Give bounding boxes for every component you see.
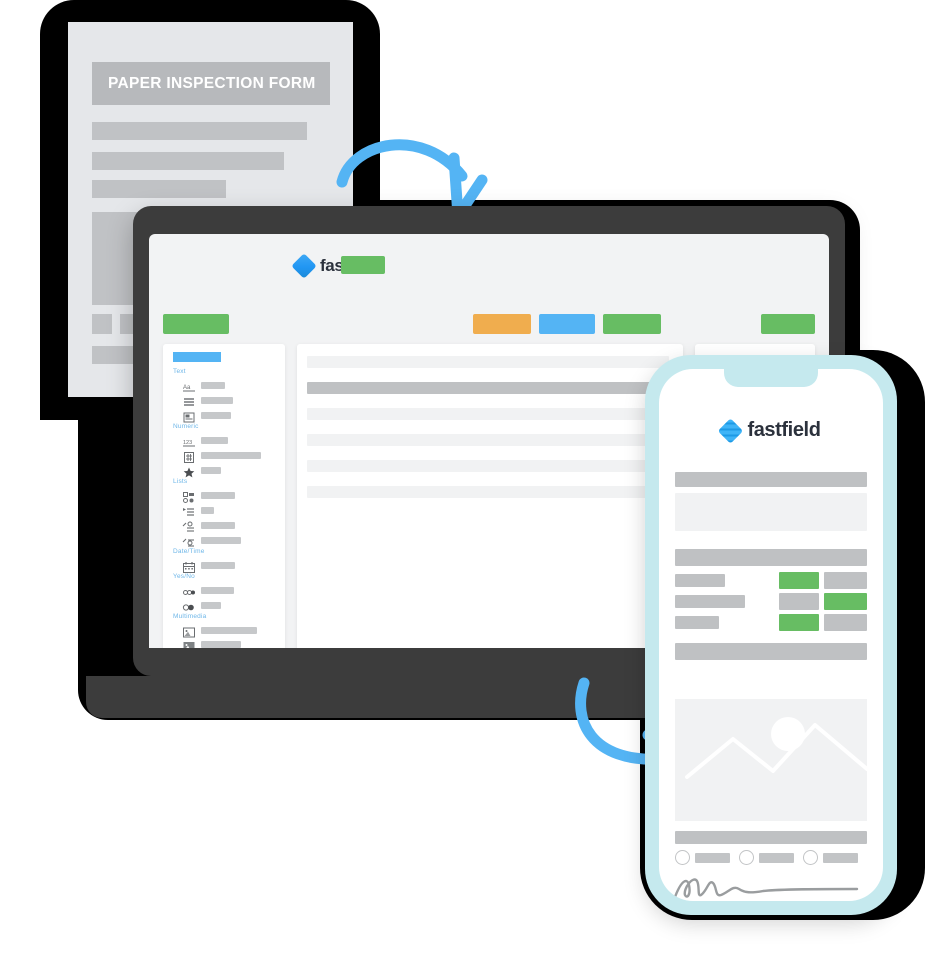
toolbar-info-button[interactable] bbox=[539, 314, 595, 334]
choice-option-selected[interactable] bbox=[779, 572, 819, 589]
choice-row-label bbox=[675, 616, 719, 629]
canvas-row[interactable] bbox=[307, 434, 669, 446]
palette-field-label[interactable] bbox=[201, 627, 257, 634]
palette-field-label[interactable] bbox=[201, 437, 228, 444]
paper-line bbox=[92, 122, 307, 140]
label-bar bbox=[675, 831, 867, 844]
palette-active-tab[interactable] bbox=[173, 352, 221, 362]
choice-row-label bbox=[675, 595, 745, 608]
single-select-icon[interactable] bbox=[182, 520, 195, 532]
text-aa-icon[interactable]: Aa bbox=[183, 380, 195, 392]
number-123-icon[interactable]: 123 bbox=[183, 435, 195, 447]
toolbar-primary-button[interactable] bbox=[163, 314, 229, 334]
choice-row-label bbox=[675, 574, 725, 587]
svg-text:Aa: Aa bbox=[183, 385, 191, 391]
palette-field-label[interactable] bbox=[201, 412, 231, 419]
fastfield-diamond-logo-icon bbox=[291, 253, 317, 279]
palette-field-label[interactable] bbox=[201, 507, 214, 514]
section-header-bar bbox=[675, 643, 867, 660]
mountain-icon bbox=[685, 723, 869, 779]
toolbar-warning-button[interactable] bbox=[473, 314, 531, 334]
toolbar-success-button[interactable] bbox=[603, 314, 661, 334]
paper-checkbox bbox=[92, 314, 112, 334]
paper-line bbox=[92, 180, 226, 198]
palette-field-label[interactable] bbox=[201, 467, 221, 474]
handwritten-signature-icon[interactable] bbox=[671, 869, 871, 901]
radio-toggle-icon[interactable] bbox=[182, 600, 195, 611]
section-header-bar bbox=[675, 549, 867, 566]
phone-notch bbox=[724, 369, 818, 387]
choice-option[interactable] bbox=[824, 572, 867, 589]
calendar-icon[interactable] bbox=[183, 560, 195, 573]
multiline-text-icon[interactable] bbox=[183, 395, 195, 406]
checkbox-list-icon[interactable] bbox=[183, 490, 195, 503]
canvas-row[interactable] bbox=[307, 486, 669, 498]
field-palette-panel: Text Aa Numeric 123 Lists Date/Time Yes/… bbox=[163, 344, 285, 648]
palette-field-label[interactable] bbox=[201, 492, 235, 499]
palette-field-label[interactable] bbox=[201, 452, 261, 459]
image-icon[interactable] bbox=[183, 625, 195, 638]
radio-option[interactable] bbox=[803, 850, 818, 865]
illustration-stage: PAPER INSPECTION FORM fastfield bbox=[0, 0, 938, 958]
radio-option[interactable] bbox=[739, 850, 754, 865]
palette-field-label[interactable] bbox=[201, 587, 234, 594]
brand-wordmark: fastfield bbox=[747, 419, 821, 441]
rich-text-icon[interactable] bbox=[183, 410, 195, 423]
svg-text:123: 123 bbox=[183, 440, 192, 446]
section-header-bar bbox=[675, 472, 867, 487]
choice-option[interactable] bbox=[824, 614, 867, 631]
calculation-icon[interactable] bbox=[183, 450, 195, 463]
fastfield-diamond-logo-icon bbox=[717, 417, 744, 444]
palette-field-label[interactable] bbox=[201, 641, 241, 648]
palette-category-multimedia: Multimedia bbox=[173, 613, 207, 620]
palette-category-numeric: Numeric bbox=[173, 423, 199, 430]
header-action-button[interactable] bbox=[341, 256, 385, 274]
text-input-area[interactable] bbox=[675, 493, 867, 531]
radio-option-label bbox=[759, 853, 794, 863]
phone-device: fastfield bbox=[645, 355, 897, 915]
palette-category-datetime: Date/Time bbox=[173, 548, 205, 555]
canvas-row[interactable] bbox=[307, 356, 669, 368]
radio-option[interactable] bbox=[675, 850, 690, 865]
radio-option-label bbox=[695, 853, 730, 863]
canvas-row[interactable] bbox=[307, 408, 669, 420]
palette-category-text: Text bbox=[173, 368, 186, 375]
palette-field-label[interactable] bbox=[201, 562, 235, 569]
palette-category-yesno: Yes/No bbox=[173, 573, 195, 580]
palette-field-label[interactable] bbox=[201, 397, 233, 404]
toggle-switch-icon[interactable] bbox=[183, 585, 195, 596]
palette-field-label[interactable] bbox=[201, 602, 221, 609]
dropdown-list-icon[interactable] bbox=[183, 505, 195, 516]
image-capture-field[interactable] bbox=[675, 699, 869, 821]
paper-form-title: PAPER INSPECTION FORM bbox=[92, 62, 330, 105]
palette-field-label[interactable] bbox=[201, 382, 225, 389]
canvas-row[interactable] bbox=[307, 460, 669, 472]
canvas-row-selected[interactable] bbox=[307, 382, 669, 394]
form-canvas-panel bbox=[297, 344, 683, 648]
paper-line bbox=[92, 346, 137, 364]
multi-select-icon[interactable] bbox=[182, 535, 195, 547]
paper-line bbox=[92, 152, 284, 170]
radio-option-label bbox=[823, 853, 858, 863]
toolbar-save-button[interactable] bbox=[761, 314, 815, 334]
photo-icon[interactable] bbox=[183, 639, 195, 648]
palette-field-label[interactable] bbox=[201, 522, 235, 529]
phone-brand-logo: fastfield bbox=[717, 417, 821, 444]
phone-screen: fastfield bbox=[659, 369, 883, 901]
choice-option[interactable] bbox=[779, 593, 819, 610]
palette-field-label[interactable] bbox=[201, 537, 241, 544]
palette-category-lists: Lists bbox=[173, 478, 188, 485]
choice-option-selected[interactable] bbox=[779, 614, 819, 631]
rating-star-icon[interactable] bbox=[183, 465, 195, 478]
choice-option-selected[interactable] bbox=[824, 593, 867, 610]
